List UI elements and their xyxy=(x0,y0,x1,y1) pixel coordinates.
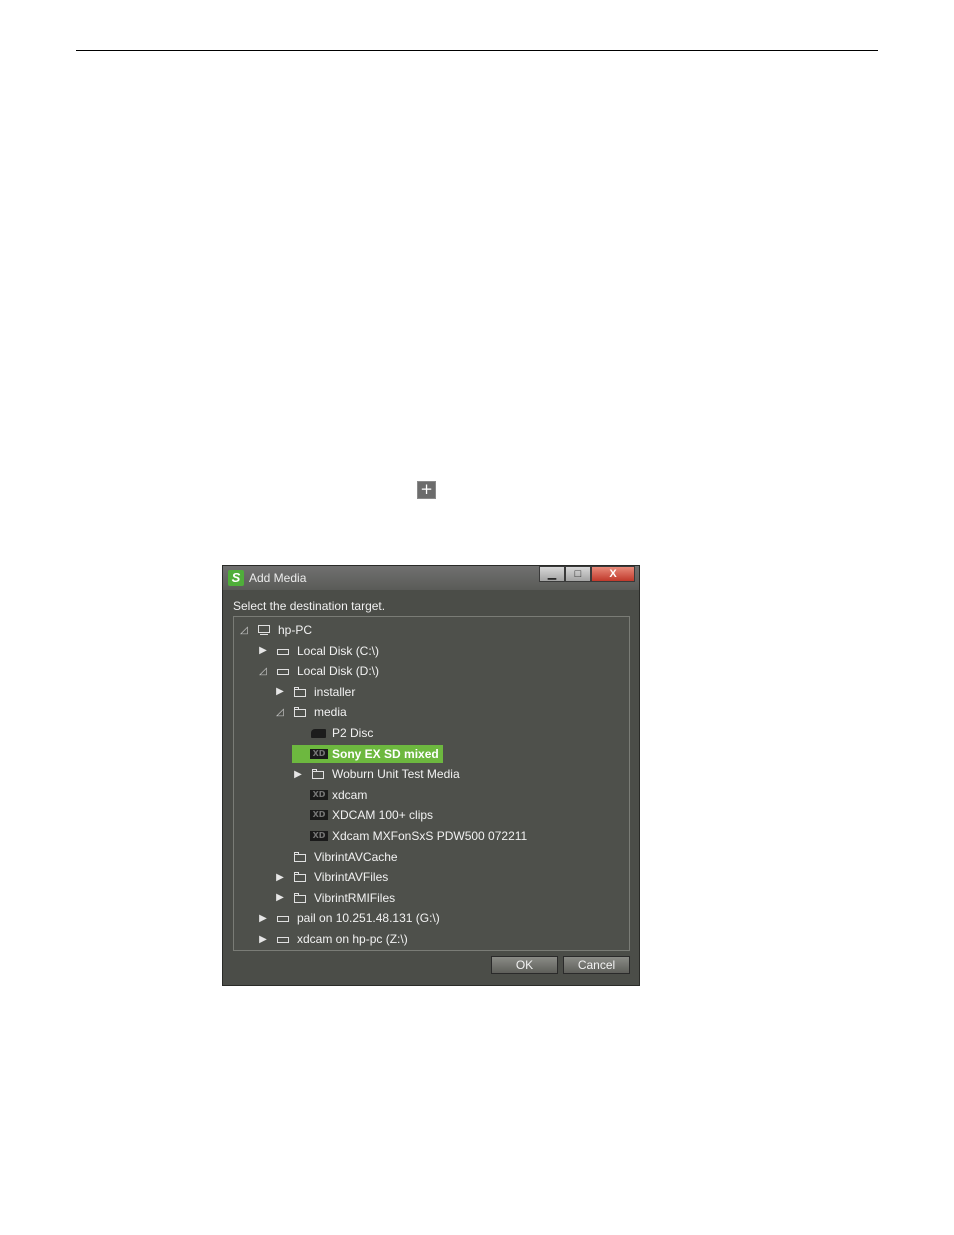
folder-icon xyxy=(310,768,328,780)
tree-item-label: xdcam xyxy=(332,787,368,802)
tree-item[interactable]: ▶ pail on 10.251.48.131 (G:\) xyxy=(257,909,440,927)
drive-icon xyxy=(275,912,293,924)
expand-arrow-icon[interactable]: ▶ xyxy=(257,913,269,924)
tree-item[interactable]: P2 Disc xyxy=(292,724,373,742)
tree-item-label: Local Disk (D:\) xyxy=(297,664,380,679)
collapse-arrow-icon[interactable]: ◿ xyxy=(238,625,250,636)
tree-item-label: pail on 10.251.48.131 (G:\) xyxy=(297,911,440,926)
tree-item[interactable]: ▶ Woburn Unit Test Media xyxy=(292,765,460,783)
tree-item-label: Local Disk (C:\) xyxy=(297,643,380,658)
tree-item-label: VibrintAVCache xyxy=(314,849,398,864)
tree-item[interactable]: ◿ hp-PC xyxy=(238,621,312,639)
ok-button[interactable]: OK xyxy=(491,956,558,974)
collapse-arrow-icon[interactable]: ◿ xyxy=(274,707,286,718)
tree-item-label: media xyxy=(314,705,347,720)
tree-item-label: installer xyxy=(314,684,356,699)
folder-icon xyxy=(292,871,310,883)
expand-arrow-icon[interactable]: ▶ xyxy=(274,686,286,697)
dialog-title: Add Media xyxy=(249,571,307,585)
instruction-text: Select the destination target. xyxy=(233,599,386,613)
computer-icon xyxy=(256,624,274,636)
tree-item[interactable]: ◿ Local Disk (D:\) xyxy=(257,662,379,680)
p2-icon xyxy=(310,727,328,739)
xd-icon: XD xyxy=(310,789,328,800)
close-button[interactable]: X xyxy=(591,566,635,582)
expand-arrow-icon[interactable]: ▶ xyxy=(257,934,269,945)
xd-icon: XD xyxy=(310,748,328,759)
tree-item-label: XDCAM 100+ clips xyxy=(332,808,434,823)
expand-arrow-icon[interactable]: ▶ xyxy=(257,645,269,656)
tree-item[interactable]: ▶ VibrintRMIFiles xyxy=(274,889,395,907)
dialog-titlebar[interactable]: S Add Media ▁ □ X xyxy=(223,566,639,590)
tree-item-label: VibrintRMIFiles xyxy=(314,890,396,905)
folder-icon xyxy=(292,686,310,698)
tree-item-label: P2 Disc xyxy=(332,726,374,740)
tree-item-label: hp-PC xyxy=(278,623,313,637)
tree-item[interactable]: ▶ VibrintAVFiles xyxy=(274,868,388,886)
window-controls: ▁ □ X xyxy=(539,566,635,584)
tree-item[interactable]: VibrintAVCache xyxy=(274,848,398,866)
cancel-button[interactable]: Cancel xyxy=(563,956,630,974)
tree-item[interactable]: ▶ installer xyxy=(274,683,355,701)
destination-tree[interactable]: ◿ hp-PC ▶ Local Disk (C:\) ◿ Local Disk (D:\)… xyxy=(233,616,630,951)
add-plus-icon: + xyxy=(417,481,436,499)
expand-arrow-icon[interactable]: ▶ xyxy=(292,769,304,780)
drive-icon xyxy=(275,645,293,657)
tree-item-label: VibrintAVFiles xyxy=(314,870,389,885)
drive-icon xyxy=(275,665,293,677)
folder-icon xyxy=(292,892,310,904)
add-media-dialog: S Add Media ▁ □ X Select the destination… xyxy=(222,565,640,986)
tree-item-label: Woburn Unit Test Media xyxy=(332,767,460,782)
tree-item[interactable]: ▶ Local Disk (C:\) xyxy=(257,642,379,660)
xd-icon: XD xyxy=(310,810,328,821)
folder-icon xyxy=(292,851,310,863)
tree-item-label: Sony EX SD mixed xyxy=(332,746,439,761)
tree-item[interactable]: XD XDCAM 100+ clips xyxy=(292,806,433,824)
tree-item[interactable]: XD Sony EX SD mixed xyxy=(292,744,443,763)
app-logo-icon: S xyxy=(228,570,244,586)
expand-arrow-icon[interactable]: ▶ xyxy=(274,892,286,903)
tree-item[interactable]: XD Xdcam MXFonSxS PDW500 072211 xyxy=(292,827,527,845)
tree-item-label: xdcam on hp-pc (Z:\) xyxy=(297,932,408,946)
tree-item[interactable]: ◿ media xyxy=(274,703,347,721)
tree-item[interactable]: ▶ xdcam on hp-pc (Z:\) xyxy=(257,930,408,948)
minimize-button[interactable]: ▁ xyxy=(539,566,565,582)
expand-arrow-icon[interactable]: ▶ xyxy=(274,872,286,883)
page-top-rule xyxy=(76,50,878,51)
tree-item-label: Xdcam MXFonSxS PDW500 072211 xyxy=(332,829,528,843)
maximize-button[interactable]: □ xyxy=(565,566,591,582)
drive-icon xyxy=(275,933,293,945)
xd-icon: XD xyxy=(310,831,328,841)
folder-icon xyxy=(292,706,310,718)
tree-item[interactable]: XD xdcam xyxy=(292,786,367,804)
collapse-arrow-icon[interactable]: ◿ xyxy=(257,666,269,677)
